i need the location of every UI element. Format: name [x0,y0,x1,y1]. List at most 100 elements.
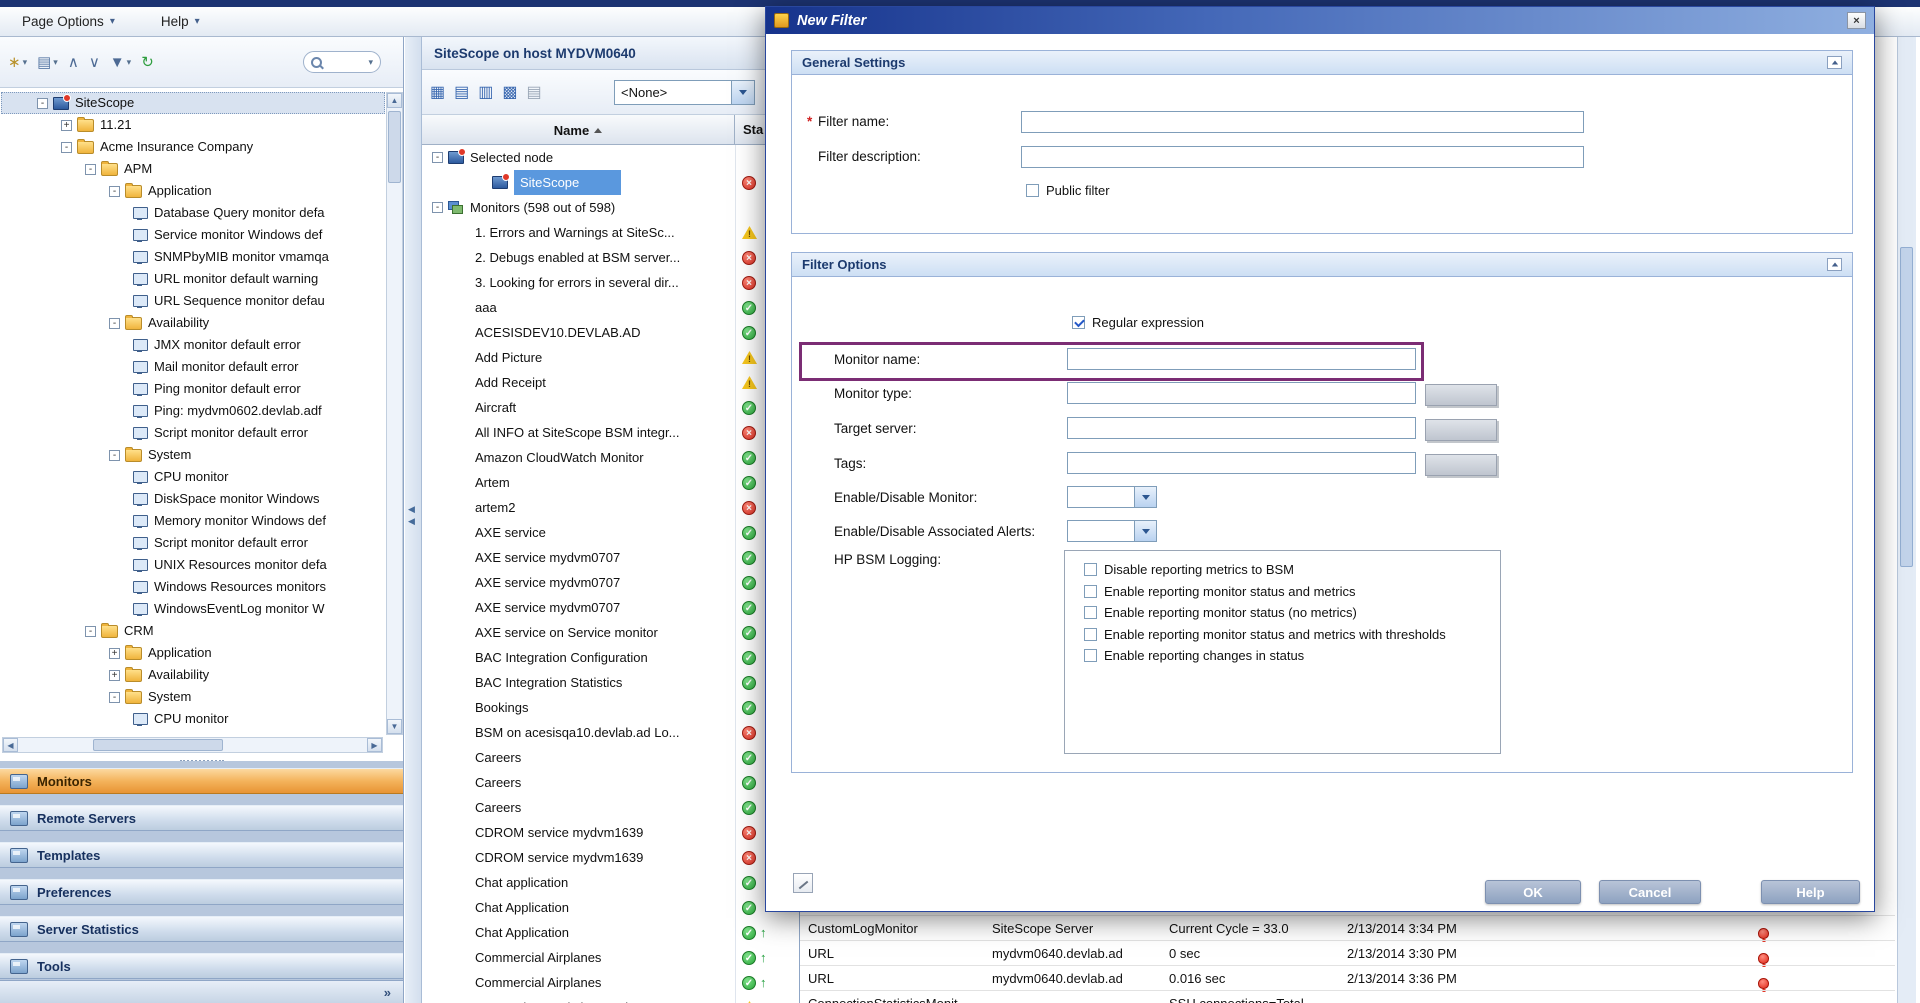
monitor-row[interactable]: BSM on acesisqa10.devlab.ad Lo... × [422,720,799,745]
tree-item[interactable]: DiskSpace monitor Windows [1,488,385,510]
public-filter-checkbox[interactable] [1026,184,1039,197]
collapse-nav-button[interactable]: » [384,985,391,1000]
tree-item[interactable]: Mail monitor default error [1,356,385,378]
filter-button[interactable]: ▼ ▾ [110,54,131,71]
monitor-row[interactable]: Bookings ✓ [422,695,799,720]
alert-bell-icon[interactable] [1758,928,1769,942]
alert-bell-icon[interactable] [1758,953,1769,967]
view-list-button[interactable]: ▥ [478,82,493,102]
tree-horizontal-scrollbar[interactable]: ◀ ▶ [2,737,383,753]
monitor-row[interactable]: AXE service on Service monitor ✓ [422,620,799,645]
tags-input[interactable] [1067,452,1416,474]
monitor-row[interactable]: 1. Errors and Warnings at SiteSc...! [422,220,799,245]
tree-item[interactable]: - Acme Insurance Company [1,136,385,158]
tree-item[interactable]: - System [1,686,385,708]
tree-item[interactable]: - System [1,444,385,466]
monitor-row[interactable]: BAC Integration Configuration ✓ [422,645,799,670]
monitor-row[interactable]: Careers ✓ [422,745,799,770]
tree-item[interactable]: - Application [1,180,385,202]
collapse-node-icon[interactable]: - [432,202,443,213]
scroll-up-button[interactable]: ▲ [387,93,402,108]
monitor-row[interactable]: CDROM service mydvm1639 × [422,820,799,845]
expand-all-button[interactable]: ∧ [68,53,79,71]
bsm-option-checkbox[interactable] [1084,584,1097,598]
bsm-option-checkbox[interactable] [1084,606,1097,619]
collapse-section-icon[interactable] [1827,258,1842,271]
monitor-row[interactable]: Chat application ✓ [422,870,799,895]
edit-note-icon[interactable] [793,873,813,893]
monitor-row[interactable]: artem2 × [422,495,799,520]
monitor-row[interactable]: - Monitors (598 out of 598) [422,195,799,220]
tree-item[interactable]: Service monitor Windows def [1,224,385,246]
sidebar-item-templates[interactable]: Templates [0,842,403,868]
tree-item[interactable]: WindowsEventLog monitor W [1,598,385,620]
close-icon[interactable]: × [1847,12,1866,29]
monitor-row[interactable]: Chat Application ✓ ↑ [422,920,799,945]
monitor-row[interactable]: Add Receipt! [422,370,799,395]
monitor-row[interactable]: Connection Statistics Monitor !↑ [422,995,799,1003]
bsm-option-checkbox[interactable] [1084,563,1097,576]
collapse-node-icon[interactable]: - [109,185,120,197]
collapse-node-icon[interactable]: - [85,163,96,175]
tree-item[interactable]: Ping: mydvm0602.devlab.adf [1,400,385,422]
bsm-option-checkbox[interactable] [1084,649,1097,662]
monitor-row[interactable]: SiteScope × [422,170,799,195]
sidebar-item-tools[interactable]: Tools [0,953,403,979]
table-row[interactable]: CustomLogMonitor SiteScope Server Current … [800,915,1895,942]
expand-node-icon[interactable]: + [61,119,72,131]
tree-item[interactable]: - Availability [1,312,385,334]
monitor-row[interactable]: AXE service mydvm0707 ✓ [422,595,799,620]
monitor-row[interactable]: Aircraft ✓ [422,395,799,420]
sidebar-item-server-statistics[interactable]: Server Statistics [0,916,403,942]
help-button[interactable]: Help [1761,880,1860,904]
monitor-row[interactable]: Careers ✓ [422,795,799,820]
monitor-row[interactable]: Careers ✓ [422,770,799,795]
dropdown-arrow-icon[interactable] [1135,486,1157,508]
monitor-row[interactable]: 3. Looking for errors in several dir... × [422,270,799,295]
copy-paste-button[interactable]: ▤ ▾ [37,53,58,71]
target-server-input[interactable] [1067,417,1416,439]
view-tree-button[interactable]: ▦ [430,82,445,102]
expand-node-icon[interactable]: + [109,647,120,659]
new-monitor-button[interactable]: ∗ ▾ [8,53,27,71]
monitor-name-input[interactable] [1067,348,1416,370]
enable-disable-alerts-select[interactable] [1067,520,1157,542]
view-detail-button[interactable]: ▤ [527,82,542,102]
monitor-row[interactable]: AXE service ✓ [422,520,799,545]
table-row[interactable]: ConnectionStatisticsMonit... SSH connecti… [800,990,1895,1003]
scroll-left-button[interactable]: ◀ [3,738,18,752]
tree-item[interactable]: - APM [1,158,385,180]
scrollbar-thumb[interactable] [1900,247,1913,567]
scroll-down-button[interactable]: ▼ [387,719,402,734]
cancel-button[interactable]: Cancel [1599,880,1701,904]
tree-item[interactable]: + Availability [1,664,385,686]
view-tiles-button[interactable]: ▤ [454,82,469,102]
collapse-node-icon[interactable]: - [109,317,120,329]
monitor-type-browse-button[interactable] [1425,384,1497,406]
tree-item[interactable]: UNIX Resources monitor defa [1,554,385,576]
tree-item[interactable]: Ping monitor default error [1,378,385,400]
monitor-row[interactable]: aaa ✓ [422,295,799,320]
tags-browse-button[interactable] [1425,454,1497,476]
tree-item[interactable]: SNMPbyMIB monitor vmamqa [1,246,385,268]
monitor-row[interactable]: CDROM service mydvm1639 × [422,845,799,870]
tree-item[interactable]: CPU monitor [1,466,385,488]
expand-node-icon[interactable]: + [109,669,120,681]
scrollbar-thumb[interactable] [388,111,401,183]
menu-item-help[interactable]: Help ▾ [161,14,200,29]
ok-button[interactable]: OK [1485,880,1581,904]
dropdown-arrow-icon[interactable] [1135,520,1157,542]
status-column-header[interactable]: Sta [743,122,763,137]
monitor-row[interactable]: Chat Application ✓ [422,895,799,920]
tree-item[interactable]: JMX monitor default error [1,334,385,356]
collapse-section-icon[interactable] [1827,56,1842,69]
enable-disable-monitor-select[interactable] [1067,486,1157,508]
scroll-right-button[interactable]: ▶ [367,738,382,752]
monitor-row[interactable]: Amazon CloudWatch Monitor ✓ [422,445,799,470]
collapse-node-icon[interactable]: - [61,141,72,153]
bsm-option-checkbox[interactable] [1084,627,1097,641]
tree-item[interactable]: URL Sequence monitor defau [1,290,385,312]
tree-item[interactable]: Script monitor default error [1,422,385,444]
dropdown-arrow-icon[interactable] [732,79,755,105]
target-server-browse-button[interactable] [1425,419,1497,441]
